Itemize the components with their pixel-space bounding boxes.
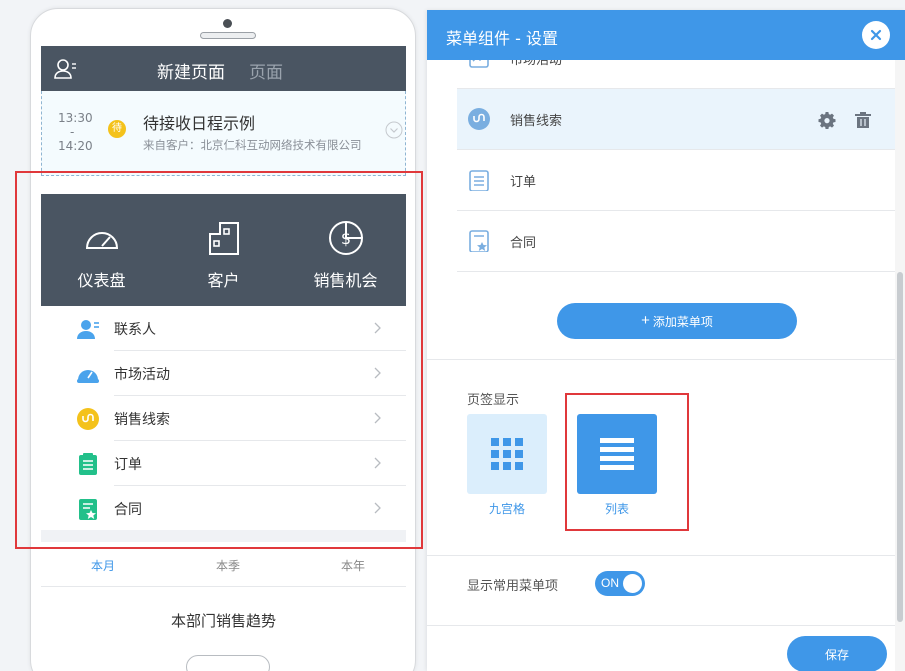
highlight-box-menu: [15, 171, 423, 549]
page-title: 新建页面: [157, 63, 225, 83]
tab-year[interactable]: 本年: [341, 557, 365, 574]
plus-icon: +: [641, 312, 650, 329]
close-button[interactable]: [862, 21, 890, 49]
tab-month[interactable]: 本月: [91, 557, 115, 574]
divider: [41, 586, 406, 587]
schedule-end: 14:20: [58, 139, 93, 153]
order-icon: [469, 170, 489, 191]
add-menu-item-button[interactable]: + 添加菜单项: [557, 303, 797, 339]
schedule-event-title: 待接收日程示例: [143, 114, 256, 133]
settings-panel: 菜单组件 - 设置 市场活动 销售线索 订单 合同 + 添加菜单项 页签显示 九…: [427, 10, 905, 671]
menu-row-label: 市场活动: [510, 60, 563, 68]
contract-icon: [469, 230, 489, 252]
add-menu-item-label: 添加菜单项: [652, 314, 713, 329]
phone-header: 新建页面 页面: [41, 46, 406, 91]
lead-icon: [468, 108, 490, 130]
menu-row-order[interactable]: 订单: [457, 150, 895, 211]
schedule-card[interactable]: 13:30 - 14:20 待 待接收日程示例 来自客户：北京仁科互动网络技术有…: [41, 91, 406, 176]
option-grid[interactable]: [467, 414, 547, 494]
divider: [427, 625, 895, 626]
save-button[interactable]: 保存: [787, 636, 887, 671]
toggle-text: ON: [601, 576, 619, 590]
campaign-icon: [469, 60, 489, 68]
option-grid-label: 九宫格: [488, 502, 525, 516]
page-title-secondary: 页面: [249, 63, 283, 83]
pending-badge: 待: [108, 120, 126, 138]
menu-row-label: 订单: [510, 175, 537, 190]
panel-header: 菜单组件 - 设置: [427, 10, 905, 60]
menu-row-campaign[interactable]: 市场活动: [457, 60, 895, 89]
chevron-down-icon[interactable]: [385, 121, 403, 139]
schedule-start: 13:30: [58, 111, 93, 125]
divider: [427, 555, 895, 556]
camera-dot: [223, 19, 232, 28]
trash-icon[interactable]: [854, 111, 872, 129]
close-icon: [870, 29, 882, 41]
grid-icon: [491, 438, 523, 470]
show-common-label: 显示常用菜单项: [467, 579, 559, 594]
highlight-box-list-option: [565, 393, 689, 531]
schedule-source: 来自客户：北京仁科互动网络技术有限公司: [143, 138, 362, 152]
panel-body: 市场活动 销售线索 订单 合同 + 添加菜单项 页签显示 九宫格 列表 显示常用…: [427, 60, 905, 671]
gear-icon[interactable]: [818, 111, 836, 129]
tab-quarter[interactable]: 本季: [216, 557, 240, 574]
menu-row-label: 销售线索: [510, 114, 563, 129]
toggle-knob: [623, 574, 642, 593]
speaker-slot: [200, 32, 256, 39]
show-common-toggle[interactable]: ON: [595, 571, 645, 596]
menu-row-label: 合同: [510, 236, 537, 251]
home-button: [186, 655, 270, 671]
period-tabs: 本月 本季 本年: [41, 551, 406, 587]
menu-row-lead[interactable]: 销售线索: [457, 89, 895, 150]
divider: [427, 359, 895, 360]
trend-title: 本部门销售趋势: [170, 612, 276, 630]
menu-row-contract[interactable]: 合同: [457, 211, 895, 272]
tab-display-label: 页签显示: [467, 393, 520, 408]
user-icon[interactable]: [53, 57, 77, 81]
scrollbar-thumb[interactable]: [897, 272, 903, 622]
schedule-dash: -: [70, 125, 75, 139]
panel-title: 菜单组件 - 设置: [446, 29, 558, 48]
